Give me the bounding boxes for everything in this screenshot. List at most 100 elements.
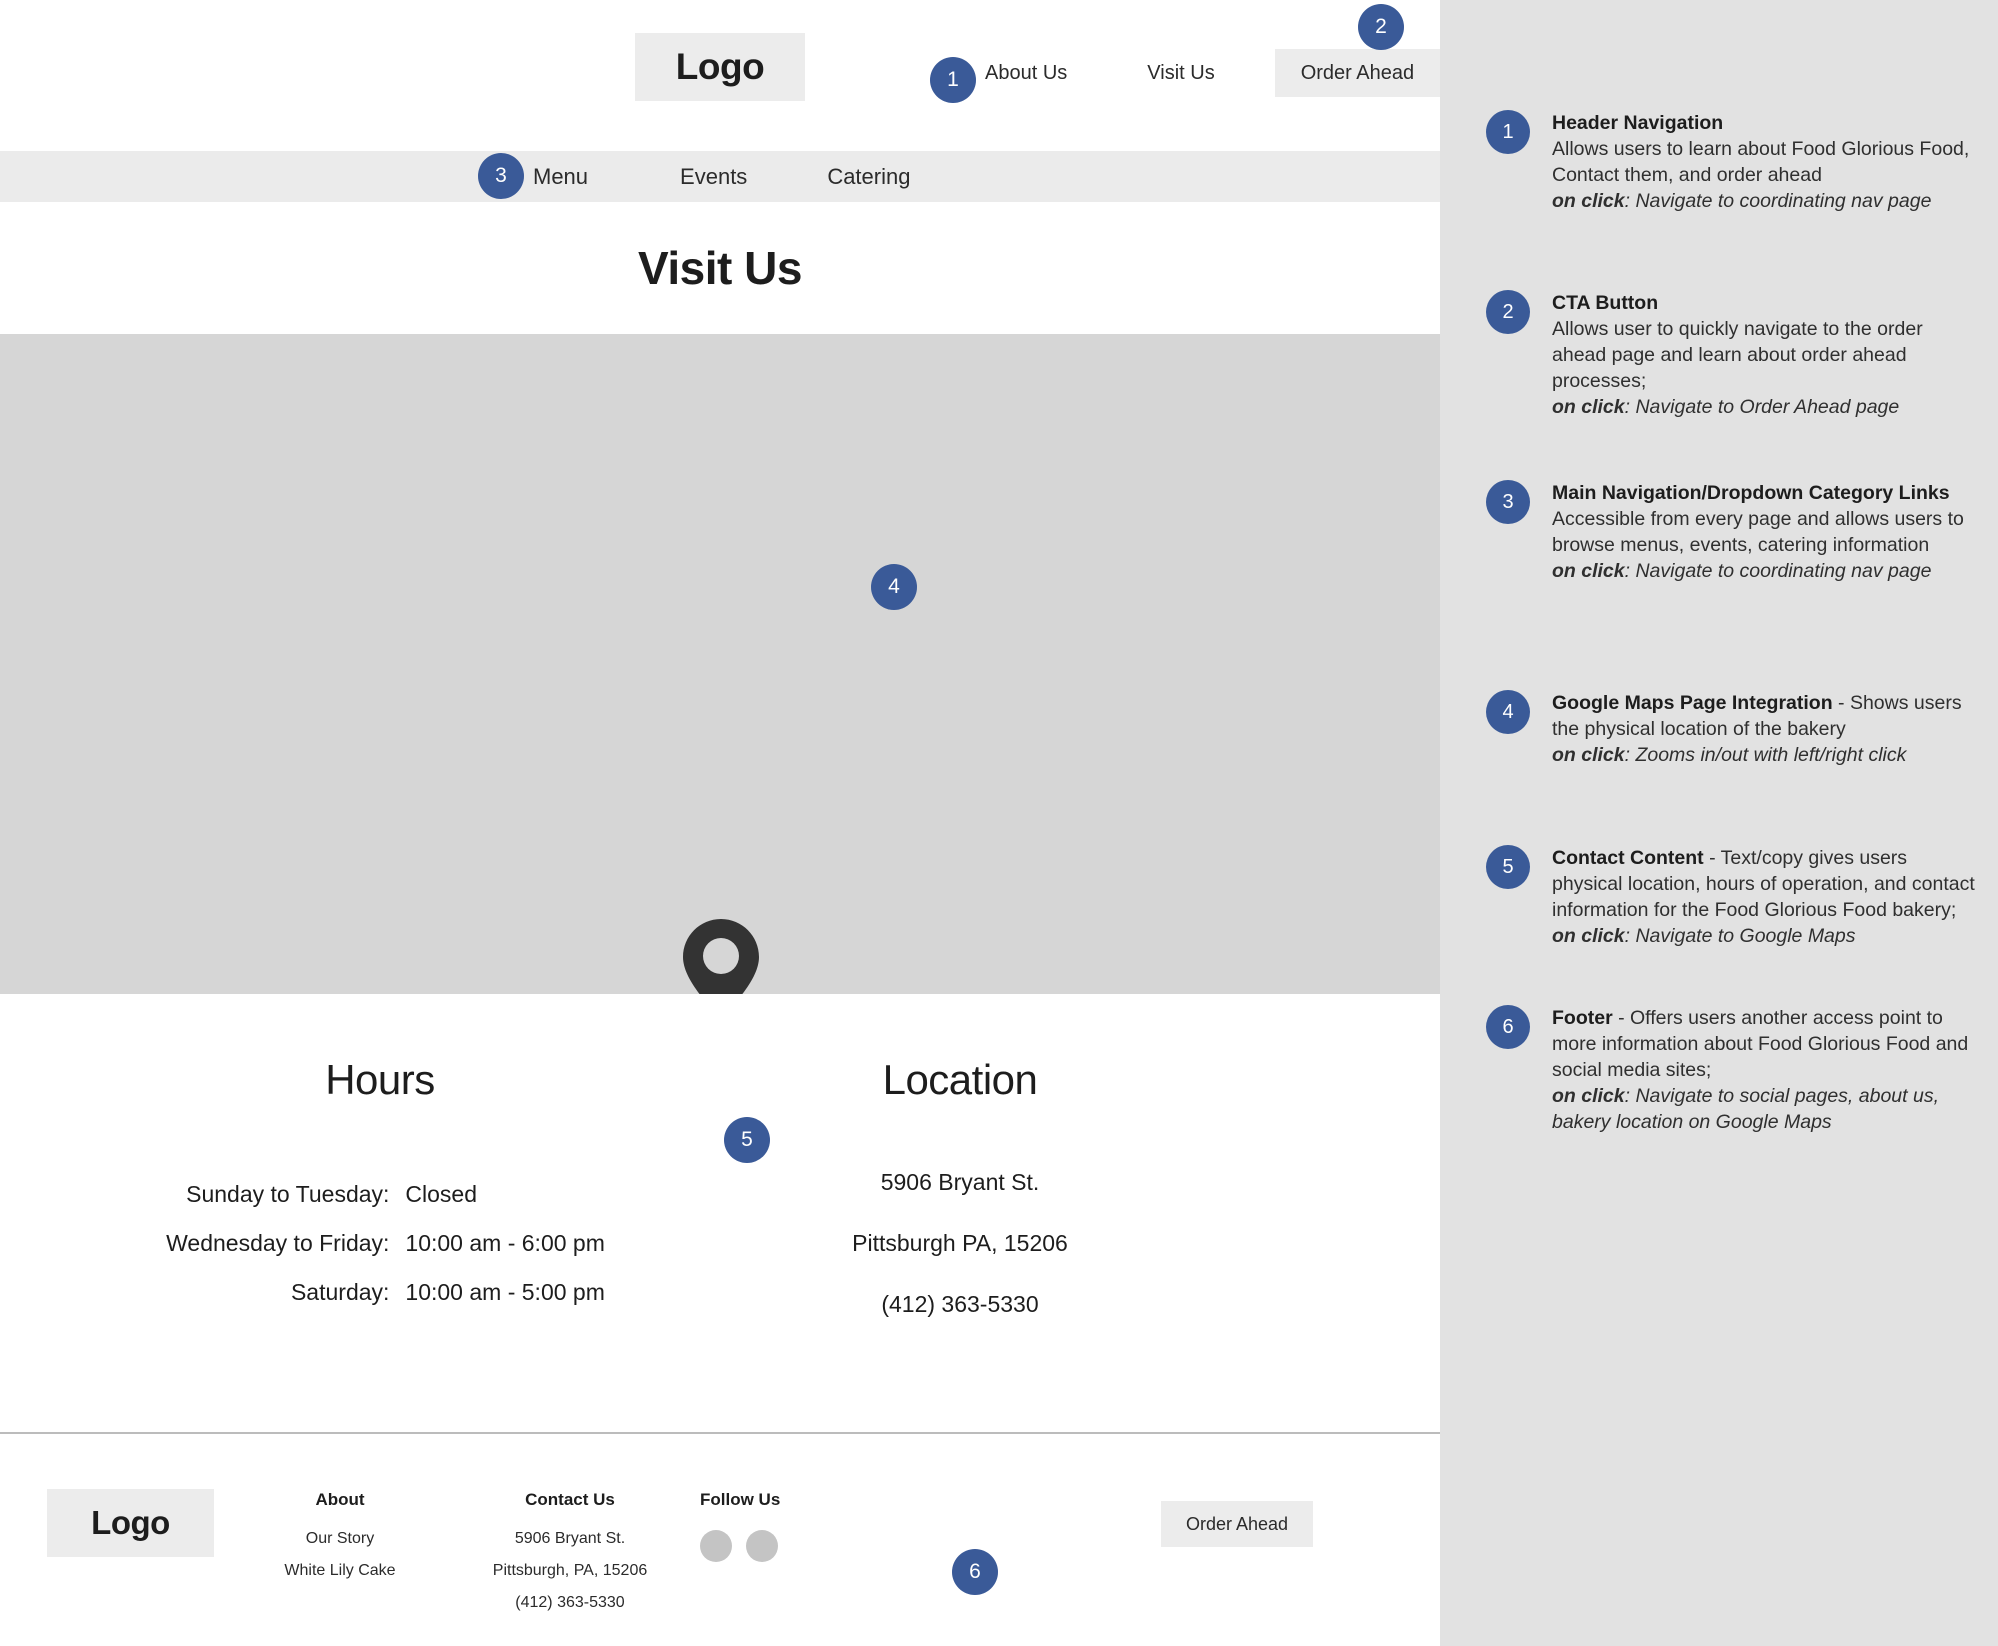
header-nav-about-us[interactable]: About Us [985, 62, 1067, 85]
annotation-onclick-text-1: : Navigate to coordinating nav page [1624, 190, 1932, 212]
annotation-body-3: Main Navigation/Dropdown Category Links … [1552, 480, 1976, 584]
footer-about-column: About Our Story White Lily Cake [240, 1490, 440, 1594]
location-city-state-zip[interactable]: Pittsburgh PA, 15206 [760, 1213, 1160, 1274]
hours-column: Hours Sunday to Tuesday: Closed Wednesda… [100, 1056, 660, 1317]
annotation-item-3: 3 Main Navigation/Dropdown Category Link… [1486, 480, 1976, 584]
annotation-desc-6: - Offers users another access point to m… [1552, 1007, 1969, 1081]
annotation-title-4: Google Maps Page Integration [1552, 692, 1833, 714]
callout-badge-4: 4 [871, 564, 917, 610]
annotation-onclick-label-3: on click [1552, 560, 1625, 582]
annotation-desc-1: Allows users to learn about Food Gloriou… [1552, 138, 1970, 186]
site-header: Logo About Us Visit Us Order Ahead [0, 0, 1441, 151]
annotation-onclick-6: on click: Navigate to social pages, abou… [1552, 1085, 1939, 1133]
annotation-onclick-label-5: on click [1552, 925, 1625, 947]
hours-value: Closed [405, 1181, 478, 1207]
footer-contact-column: Contact Us 5906 Bryant St. Pittsburgh, P… [450, 1490, 690, 1626]
annotation-item-1: 1 Header Navigation Allows users to lear… [1486, 110, 1976, 214]
main-navigation-bar: Menu Events Catering [0, 151, 1440, 202]
subnav-item-menu[interactable]: Menu [533, 164, 588, 190]
hours-value: 10:00 am - 5:00 pm [405, 1279, 605, 1305]
callout-badge-6: 6 [952, 1549, 998, 1595]
subnav-item-events[interactable]: Events [680, 164, 747, 190]
callout-badge-3: 3 [478, 153, 524, 199]
table-row: Sunday to Tuesday: Closed [100, 1170, 660, 1219]
annotation-body-4: Google Maps Page Integration - Shows use… [1552, 690, 1976, 768]
header-nav-visit-us[interactable]: Visit Us [1147, 62, 1214, 85]
annotation-title-1: Header Navigation [1552, 112, 1724, 134]
footer-contact-city[interactable]: Pittsburgh, PA, 15206 [450, 1562, 690, 1580]
annotation-title-2: CTA Button [1552, 292, 1659, 314]
annotation-onclick-text-3: : Navigate to coordinating nav page [1624, 560, 1932, 582]
header-navigation: About Us Visit Us Order Ahead [985, 49, 1441, 97]
annotation-title-3: Main Navigation/Dropdown Category Links [1552, 482, 1950, 504]
location-heading: Location [882, 1056, 1038, 1103]
contact-content-section: Hours Sunday to Tuesday: Closed Wednesda… [0, 994, 1440, 1432]
footer-contact-heading: Contact Us [525, 1490, 615, 1509]
footer-follow-column: Follow Us [700, 1490, 880, 1562]
annotation-desc-3: Accessible from every page and allows us… [1552, 508, 1964, 556]
annotation-onclick-3: on click: Navigate to coordinating nav p… [1552, 560, 1931, 582]
annotation-body-5: Contact Content - Text/copy gives users … [1552, 845, 1976, 949]
table-row: Saturday: 10:00 am - 5:00 pm [100, 1268, 660, 1317]
footer-about-heading: About [315, 1490, 365, 1509]
annotation-item-6: 6 Footer - Offers users another access p… [1486, 1005, 1976, 1135]
hours-table: Sunday to Tuesday: Closed Wednesday to F… [100, 1170, 660, 1317]
location-phone[interactable]: (412) 363-5330 [760, 1274, 1160, 1335]
hours-label: Wednesday to Friday: [166, 1230, 390, 1256]
hours-label: Sunday to Tuesday: [186, 1181, 390, 1207]
footer-order-ahead-button[interactable]: Order Ahead [1161, 1501, 1314, 1547]
wireframe-annotation-page: Logo About Us Visit Us Order Ahead Menu … [0, 0, 1998, 1646]
annotation-desc-2: Allows user to quickly navigate to the o… [1552, 318, 1923, 392]
annotation-onclick-1: on click: Navigate to coordinating nav p… [1552, 190, 1931, 212]
social-icon-1[interactable] [700, 1530, 732, 1562]
annotation-badge-3: 3 [1486, 480, 1530, 524]
footer-follow-heading: Follow Us [700, 1490, 781, 1509]
hours-label: Saturday: [290, 1279, 390, 1305]
annotation-panel: 1 Header Navigation Allows users to lear… [1440, 0, 1998, 1646]
callout-badge-1: 1 [930, 57, 976, 103]
annotation-onclick-5: on click: Navigate to Google Maps [1552, 925, 1856, 947]
annotation-onclick-2: on click: Navigate to Order Ahead page [1552, 396, 1899, 418]
annotation-item-5: 5 Contact Content - Text/copy gives user… [1486, 845, 1976, 949]
annotation-body-6: Footer - Offers users another access poi… [1552, 1005, 1976, 1135]
google-maps-embed[interactable] [0, 334, 1440, 1019]
annotation-badge-2: 2 [1486, 290, 1530, 334]
annotation-onclick-label-6: on click [1552, 1085, 1625, 1107]
annotation-title-5: Contact Content [1552, 847, 1704, 869]
annotation-badge-4: 4 [1486, 690, 1530, 734]
social-icon-2[interactable] [746, 1530, 778, 1562]
footer-link-our-story[interactable]: Our Story [240, 1530, 440, 1548]
location-street[interactable]: 5906 Bryant St. [760, 1152, 1160, 1213]
annotation-body-1: Header Navigation Allows users to learn … [1552, 110, 1976, 214]
annotation-onclick-label-4: on click [1552, 744, 1625, 766]
annotation-item-2: 2 CTA Button Allows user to quickly navi… [1486, 290, 1976, 420]
footer-contact-street[interactable]: 5906 Bryant St. [450, 1530, 690, 1548]
subnav-item-catering[interactable]: Catering [827, 164, 910, 190]
annotation-onclick-4: on click: Zooms in/out with left/right c… [1552, 744, 1906, 766]
header-order-ahead-button[interactable]: Order Ahead [1274, 49, 1441, 97]
annotation-title-6: Footer [1552, 1007, 1613, 1029]
annotation-onclick-text-4: : Zooms in/out with left/right click [1624, 744, 1907, 766]
footer-logo[interactable]: Logo [47, 1489, 214, 1557]
wireframe-canvas: Logo About Us Visit Us Order Ahead Menu … [0, 0, 1441, 1646]
hours-heading: Hours [325, 1056, 435, 1103]
table-row: Wednesday to Friday: 10:00 am - 6:00 pm [100, 1219, 660, 1268]
callout-badge-2: 2 [1358, 4, 1404, 50]
annotation-onclick-label-1: on click [1552, 190, 1625, 212]
header-logo[interactable]: Logo [635, 33, 805, 101]
page-title: Visit Us [638, 242, 802, 294]
location-column: Location 5906 Bryant St. Pittsburgh PA, … [760, 1056, 1160, 1335]
social-icons-row [700, 1530, 880, 1562]
annotation-badge-1: 1 [1486, 110, 1530, 154]
callout-badge-5: 5 [724, 1117, 770, 1163]
annotation-onclick-text-2: : Navigate to Order Ahead page [1624, 396, 1900, 418]
annotation-badge-6: 6 [1486, 1005, 1530, 1049]
site-footer: Logo About Our Story White Lily Cake Con… [0, 1434, 1440, 1646]
annotation-badge-5: 5 [1486, 845, 1530, 889]
footer-contact-phone[interactable]: (412) 363-5330 [450, 1594, 690, 1612]
hours-value: 10:00 am - 6:00 pm [405, 1230, 605, 1256]
annotation-item-4: 4 Google Maps Page Integration - Shows u… [1486, 690, 1976, 768]
annotation-onclick-label-2: on click [1552, 396, 1625, 418]
footer-link-white-lily-cake[interactable]: White Lily Cake [240, 1562, 440, 1580]
annotation-body-2: CTA Button Allows user to quickly naviga… [1552, 290, 1976, 420]
